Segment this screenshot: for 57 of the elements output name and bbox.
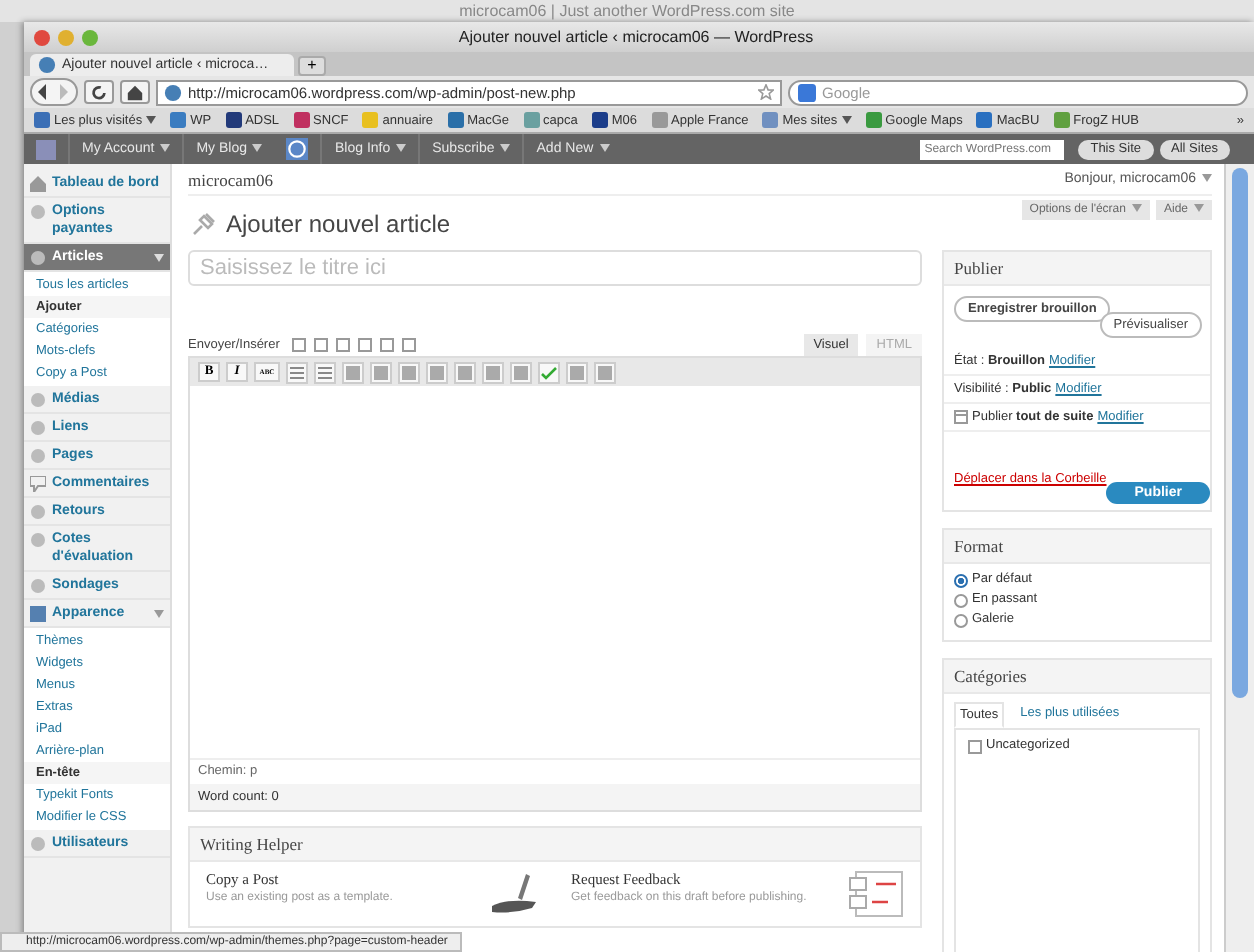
search-engine-icon[interactable] [798,83,816,101]
new-tab-button[interactable]: + [298,56,326,76]
reload-icon [90,83,108,101]
site-icon [523,112,540,128]
globe-icon [164,83,182,101]
minimize-button[interactable] [58,29,74,45]
site-icon [225,112,242,128]
reload-button[interactable] [84,80,114,104]
caret-icon [160,144,171,153]
house-icon [126,83,144,101]
caret-icon [599,144,610,153]
site-icon [651,112,668,128]
page-title: Ajouter nouvel article [226,210,451,238]
radio-button[interactable] [954,613,968,627]
caret-icon [396,144,407,153]
speech-bubble-icon [30,476,46,492]
caret-icon [1194,204,1204,213]
site-icon [362,112,379,128]
box-title: Writing Helper [190,828,920,862]
site-icon [34,112,50,128]
caret-icon [1131,204,1142,213]
site-icon [591,112,608,128]
site-icon [170,112,187,128]
window-title: microcam06 | Just another WordPress.com site [0,0,1254,22]
site-icon [762,112,779,128]
scrollbar[interactable] [1224,164,1254,952]
calendar-icon [954,410,968,424]
globe-icon [38,56,56,74]
window-title: Ajouter nouvel article ‹ microcam06 — WordPress [456,28,816,46]
hand-pen-icon [487,870,539,914]
radio-button[interactable] [954,573,968,587]
zoom-button[interactable] [82,29,98,45]
box-title: Publier [944,252,1210,286]
radio-button[interactable] [954,593,968,607]
house-icon [30,176,46,192]
spellcheck-icon[interactable] [538,361,560,383]
title-field[interactable]: Saisissez le titre ici [188,250,922,286]
site-icon [1053,112,1070,128]
grid-icon[interactable] [36,139,56,159]
site-icon [293,112,310,128]
home-button[interactable] [120,80,150,104]
pushpin-icon [188,208,220,240]
box-title: Format [944,530,1210,564]
caret-icon [1202,174,1212,183]
caret-icon [252,144,263,153]
feedback-form-icon [848,870,904,918]
caret-icon [500,144,511,153]
caret-icon[interactable] [154,610,164,618]
checkbox[interactable] [968,739,982,753]
caret-icon[interactable] [154,254,164,262]
site-name: microcam06 [188,169,273,189]
box-title: Catégories [944,660,1210,694]
site-icon [865,112,882,128]
wordpress-logo-icon[interactable] [286,138,309,160]
site-icon [447,112,464,128]
close-button[interactable] [34,29,50,45]
site-icon [976,112,993,128]
